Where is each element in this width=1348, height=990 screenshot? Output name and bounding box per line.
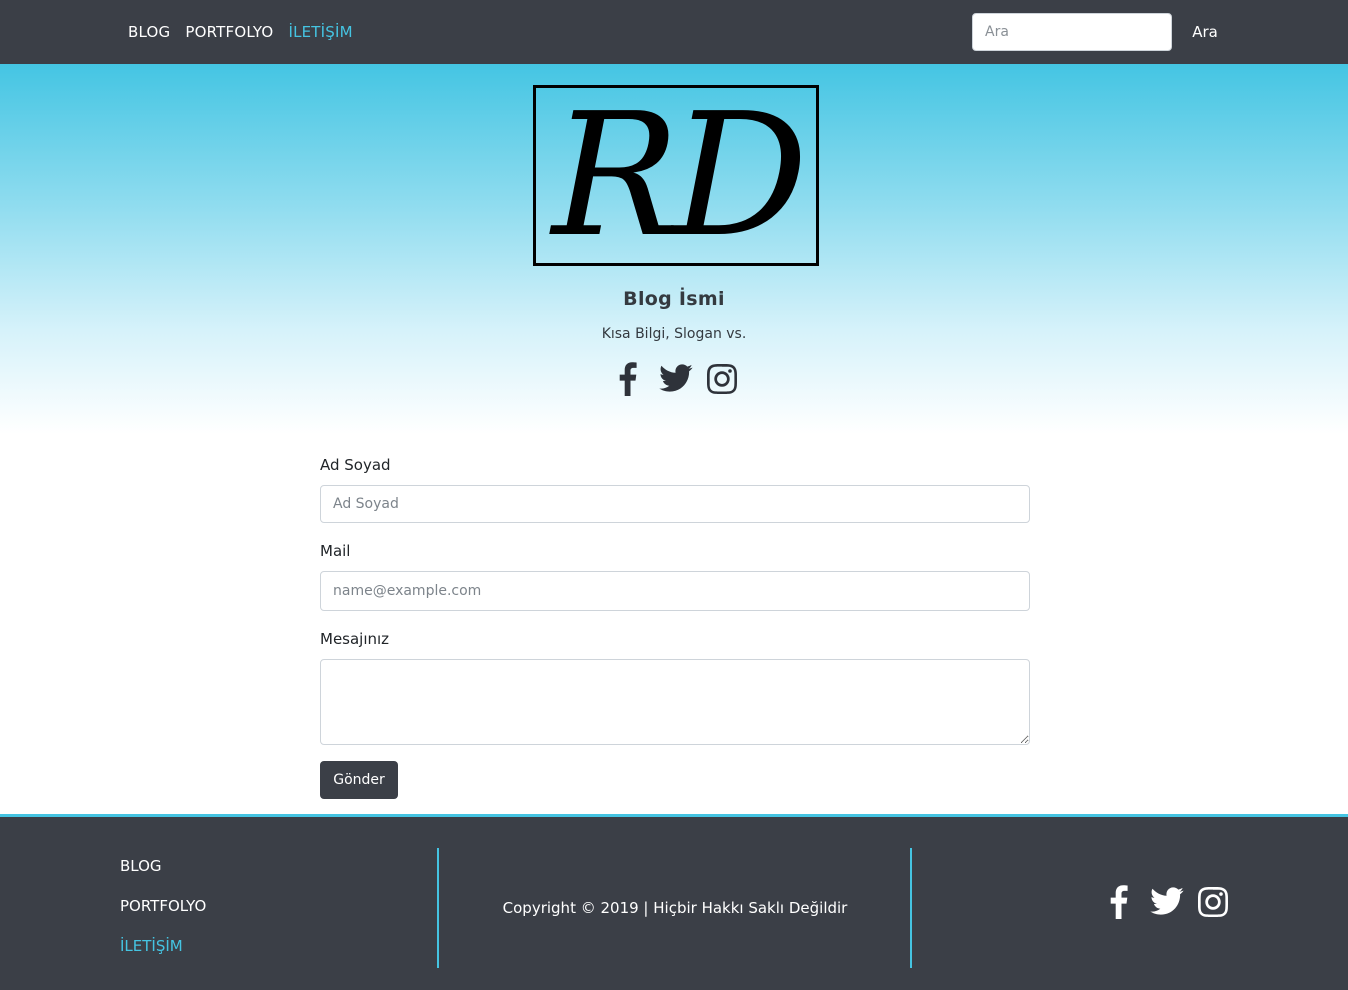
footer-social-links — [1106, 885, 1228, 919]
footer-link-blog[interactable]: BLOG — [120, 855, 206, 877]
name-label: Ad Soyad — [320, 456, 391, 474]
footer-link-iletisim[interactable]: İLETİŞİM — [120, 935, 206, 957]
top-navbar: BLOG PORTFOLYO İLETİŞİM Ara — [0, 0, 1348, 64]
hero-header: RD Blog İsmi Kısa Bilgi, Slogan vs. — [0, 64, 1348, 434]
blog-slogan: Kısa Bilgi, Slogan vs. — [601, 326, 747, 342]
site-logo[interactable]: RD — [533, 85, 819, 266]
mail-label: Mail — [320, 542, 351, 560]
search-button[interactable]: Ara — [1185, 13, 1225, 51]
footer-links: BLOG PORTFOLYO İLETİŞİM — [120, 855, 206, 957]
footer: BLOG PORTFOLYO İLETİŞİM Copyright © 2019… — [0, 814, 1348, 990]
footer-copyright: Copyright © 2019 | Hiçbir Hakkı Saklı De… — [502, 899, 848, 917]
logo-text: RD — [551, 76, 808, 275]
nav-link-portfolyo[interactable]: PORTFOLYO — [185, 22, 273, 42]
submit-button[interactable]: Gönder — [320, 761, 398, 799]
nav-links: BLOG PORTFOLYO İLETİŞİM — [128, 22, 353, 42]
nav-link-blog[interactable]: BLOG — [128, 22, 170, 42]
message-textarea[interactable] — [320, 659, 1030, 745]
instagram-icon[interactable] — [1198, 887, 1228, 917]
twitter-icon[interactable] — [1150, 887, 1184, 917]
hero-social-links — [615, 362, 737, 396]
blog-title: Blog İsmi — [623, 288, 725, 310]
footer-link-portfolyo[interactable]: PORTFOLYO — [120, 895, 206, 917]
instagram-icon[interactable] — [707, 364, 737, 394]
twitter-icon[interactable] — [659, 364, 693, 394]
footer-divider-left — [437, 848, 439, 968]
name-field[interactable] — [320, 485, 1030, 523]
email-field[interactable] — [320, 571, 1030, 611]
message-label: Mesajınız — [320, 630, 390, 648]
footer-divider-right — [910, 848, 912, 968]
nav-link-iletisim[interactable]: İLETİŞİM — [288, 22, 352, 42]
facebook-icon[interactable] — [615, 362, 645, 396]
facebook-icon[interactable] — [1106, 885, 1136, 919]
search-input[interactable] — [972, 13, 1172, 51]
